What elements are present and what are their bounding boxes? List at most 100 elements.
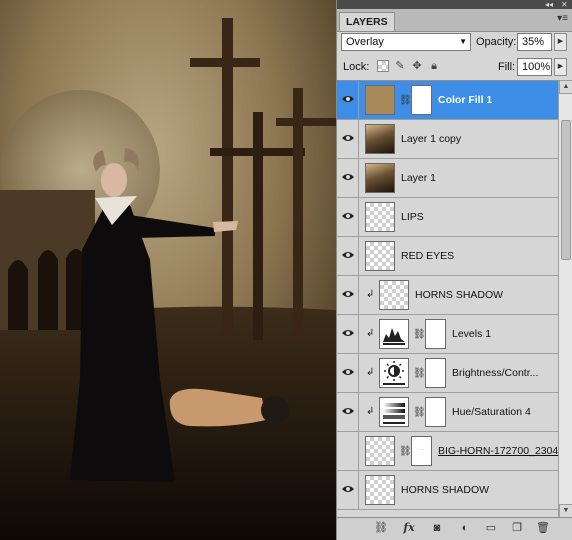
trash-icon[interactable]: 🗑︎ [535, 521, 551, 535]
layer-row[interactable]: ↲ HORNS SHADOW [337, 276, 558, 315]
layer-name[interactable]: Levels 1 [452, 328, 491, 340]
mask-link-icon[interactable]: ⛓ [413, 329, 426, 340]
fill-slider-button[interactable]: ▶ [554, 58, 567, 76]
layers-list: ⛓ Color Fill 1 Layer 1 copy Layer 1 LIPS RED … [337, 80, 558, 519]
layers-bottom-toolbar: ⛓ fx ◙ ◐ ▭ ❐ 🗑︎ [337, 517, 572, 540]
mask-link-icon[interactable]: ⛓ [413, 407, 426, 418]
brightness-sun-icon [383, 361, 405, 385]
layer-mask-thumbnail[interactable] [411, 85, 432, 115]
lock-all-icon[interactable]: 🔒︎ [428, 60, 440, 72]
opacity-input[interactable]: 35% [517, 33, 552, 51]
lock-transparent-pixels-icon[interactable] [377, 60, 389, 72]
opacity-label: Opacity: [476, 36, 517, 48]
fill-label: Fill: [498, 61, 516, 73]
opacity-slider-button[interactable]: ▶ [554, 33, 567, 51]
visibility-toggle[interactable] [337, 471, 359, 509]
layer-row[interactable]: ↲ ⛓ Brightness/Contr... [337, 354, 558, 393]
new-layer-icon[interactable]: ❐ [509, 521, 525, 535]
layer-row[interactable]: ⛓ · BIG-HORN-172700_2304 [337, 432, 558, 471]
clipping-mask-arrow-icon: ↲ [366, 406, 375, 417]
layer-name[interactable]: LIPS [401, 211, 424, 223]
mask-icon[interactable]: ◙ [429, 521, 445, 535]
hue-saturation-adjustment-thumbnail[interactable] [379, 397, 409, 427]
layer-transparent-thumbnail[interactable] [365, 436, 395, 466]
visibility-toggle[interactable] [337, 120, 359, 158]
folder-icon[interactable]: ▭ [483, 521, 499, 535]
layer-transparent-thumbnail[interactable] [379, 280, 409, 310]
layer-name[interactable]: HORNS SHADOW [415, 289, 503, 301]
visibility-toggle[interactable] [337, 237, 359, 275]
layer-name[interactable]: HORNS SHADOW [401, 484, 489, 496]
canvas-artwork [0, 0, 336, 540]
lock-position-icon[interactable]: ✥ [411, 60, 423, 72]
layer-transparent-thumbnail[interactable] [365, 241, 395, 271]
tab-layers[interactable]: LAYERS [339, 12, 395, 31]
layer-mask-thumbnail[interactable]: · [411, 436, 432, 466]
color-fill-thumbnail[interactable] [365, 85, 395, 115]
panel-tab-row: LAYERS ▾≡ [337, 9, 572, 32]
scroll-down-button[interactable]: ▼ [559, 504, 572, 518]
eye-icon [342, 135, 354, 141]
clipping-mask-arrow-icon: ↲ [366, 367, 375, 378]
visibility-toggle[interactable] [337, 354, 359, 392]
eye-icon [342, 408, 354, 414]
lock-image-pixels-icon[interactable]: ✎ [394, 60, 406, 72]
mask-link-icon[interactable]: ⛓ [399, 95, 412, 106]
visibility-toggle[interactable] [337, 315, 359, 353]
layer-row[interactable]: HORNS SHADOW [337, 471, 558, 510]
layer-image-thumbnail[interactable] [365, 124, 395, 154]
layer-name[interactable]: Layer 1 [401, 172, 436, 184]
blend-mode-value: Overlay [346, 36, 384, 48]
mask-link-icon[interactable]: ⛓ [399, 446, 412, 457]
layer-row[interactable]: Layer 1 [337, 159, 558, 198]
layer-name[interactable]: Color Fill 1 [438, 94, 492, 106]
eye-icon [342, 96, 354, 102]
layer-mask-thumbnail[interactable] [425, 319, 446, 349]
eye-icon [342, 369, 354, 375]
visibility-toggle[interactable] [337, 159, 359, 197]
layer-transparent-thumbnail[interactable] [365, 475, 395, 505]
fx-icon[interactable]: fx [401, 521, 417, 535]
collapse-panel-button[interactable]: ◂◂ [545, 0, 553, 9]
adjustment-icon[interactable]: ◐ [457, 521, 473, 535]
fill-input[interactable]: 100% [517, 58, 552, 76]
close-panel-button[interactable]: ✕ [561, 0, 568, 9]
eye-icon [342, 252, 354, 258]
layer-mask-thumbnail[interactable] [425, 397, 446, 427]
layers-scrollbar[interactable]: ▲ ▼ [558, 80, 572, 518]
visibility-toggle[interactable] [337, 81, 359, 119]
chevron-down-icon: ▼ [459, 37, 467, 46]
visibility-toggle[interactable] [337, 198, 359, 236]
brightness-contrast-adjustment-thumbnail[interactable] [379, 358, 409, 388]
layer-transparent-thumbnail[interactable] [365, 202, 395, 232]
layer-name[interactable]: Layer 1 copy [401, 133, 461, 145]
eye-icon [342, 291, 354, 297]
layer-name[interactable]: Brightness/Contr... [452, 367, 538, 379]
scroll-thumb[interactable] [561, 120, 571, 260]
layer-name[interactable]: Hue/Saturation 4 [452, 406, 531, 418]
layer-name[interactable]: BIG-HORN-172700_2304 [438, 445, 558, 457]
clipping-mask-arrow-icon: ↲ [366, 289, 375, 300]
eye-icon [342, 486, 354, 492]
layer-row[interactable]: LIPS [337, 198, 558, 237]
layer-mask-thumbnail[interactable] [425, 358, 446, 388]
blend-mode-select[interactable]: Overlay ▼ [341, 33, 471, 51]
layer-row[interactable]: ↲ ⛓ Hue/Saturation 4 [337, 393, 558, 432]
clipping-mask-arrow-icon: ↲ [366, 328, 375, 339]
layer-row[interactable]: RED EYES [337, 237, 558, 276]
visibility-toggle[interactable] [337, 432, 359, 470]
layer-row[interactable]: Layer 1 copy [337, 120, 558, 159]
layer-image-thumbnail[interactable] [365, 163, 395, 193]
visibility-toggle[interactable] [337, 393, 359, 431]
scroll-up-button[interactable]: ▲ [559, 80, 572, 94]
mask-link-icon[interactable]: ⛓ [413, 368, 426, 379]
panel-menu-button[interactable]: ▾≡ [557, 13, 568, 24]
levels-histogram-icon [383, 328, 405, 345]
blend-opacity-row: Overlay ▼ Opacity: 35% ▶ [337, 33, 572, 53]
visibility-toggle[interactable] [337, 276, 359, 314]
layer-row[interactable]: ↲ ⛓ Levels 1 [337, 315, 558, 354]
link-icon[interactable]: ⛓ [373, 521, 389, 535]
layer-row[interactable]: ⛓ Color Fill 1 [337, 81, 558, 120]
layer-name[interactable]: RED EYES [401, 250, 454, 262]
levels-adjustment-thumbnail[interactable] [379, 319, 409, 349]
